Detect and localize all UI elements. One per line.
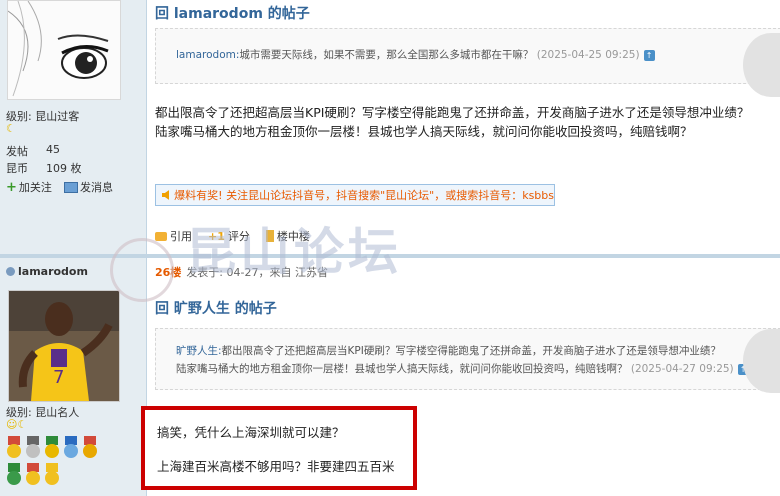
avatar[interactable]: [7, 0, 121, 100]
user-icon: [6, 267, 15, 276]
quote-text: 都出限高令了还把超高层当KPI硬刷？写字楼空得能跑鬼了还拼命盖，开发商脑子进水了…: [221, 345, 721, 357]
floor-number[interactable]: 26楼: [155, 264, 181, 280]
medal-icon: [6, 463, 22, 487]
username-text: lamarodom: [18, 265, 88, 278]
rate-icon: +1: [208, 229, 225, 243]
message-icon: [64, 181, 78, 193]
user-rank: 级别: 昆山过客: [6, 110, 80, 123]
quote-text: 城市需要天际线，如果不需要，那么全国那么多城市都在干嘛？: [239, 49, 534, 61]
quote-author[interactable]: 旷野人生:: [176, 345, 222, 357]
stat-coins-label: 昆币: [6, 162, 28, 175]
quote-block-2: 旷野人生:都出限高令了还把超高层当KPI硬刷？写字楼空得能跑鬼了还拼命盖，开发商…: [155, 328, 780, 393]
reply-title[interactable]: 回 lamarodom 的帖子: [155, 3, 310, 23]
quote-text: 陆家嘴马桶大的地方租金顶你一层楼！县城也学人搞天际线，就问问你能收回投资吗，纯赔…: [176, 363, 628, 375]
jump-to-post-icon[interactable]: ↑: [643, 49, 655, 61]
avatar-2[interactable]: 7: [8, 290, 120, 402]
stat-posts-value: 45: [46, 143, 60, 156]
quote-mark-icon: [743, 33, 780, 97]
quote-mark-icon: [743, 329, 780, 393]
quote-button[interactable]: 引用: [155, 228, 192, 244]
speaker-icon: [162, 190, 170, 200]
plus-icon: +: [6, 179, 17, 195]
promo-banner[interactable]: 爆料有奖! 关注昆山论坛抖音号，抖音搜索"昆山论坛"，或搜索抖音号：ksbbs: [155, 184, 555, 206]
medal-icon: [44, 436, 60, 460]
stat-coins-value: 109 枚: [46, 162, 82, 175]
floor-in-floor-button[interactable]: 楼中楼: [265, 228, 310, 244]
svg-text:7: 7: [53, 367, 64, 388]
quote-line: 陆家嘴马桶大的地方租金顶你一层楼！县城也学人搞天际线，就问问你能收回投资吗，纯赔…: [176, 361, 749, 378]
post-body-line: 上海建百米高楼不够用吗？非要建四五百米: [157, 459, 395, 474]
post-body-line: 陆家嘴马桶大的地方租金顶你一层楼！县城也学人搞天际线，就问问你能收回投资吗，纯赔…: [155, 124, 693, 139]
quote-author[interactable]: lamarodom:: [176, 49, 239, 61]
medal-icon: [44, 463, 60, 487]
medal-list: [6, 436, 116, 487]
medal-icon: [6, 436, 22, 460]
quote-icon: [155, 231, 167, 241]
medal-icon: [82, 436, 98, 460]
rate-button[interactable]: +1 评分: [208, 228, 250, 244]
follow-button[interactable]: + 加关注: [6, 179, 52, 195]
username[interactable]: lamarodom: [6, 265, 88, 278]
stat-posts-label: 发帖: [6, 145, 28, 158]
follow-label: 加关注: [18, 181, 52, 194]
quote-line: lamarodom:城市需要天际线，如果不需要，那么全国那么多城市都在干嘛？ (…: [176, 47, 655, 64]
reply-title-2[interactable]: 回 旷野人生 的帖子: [155, 298, 277, 318]
highlighted-reply: 搞笑，凭什么上海深圳就可以建？ 上海建百米高楼不够用吗？非要建四五百米: [141, 406, 417, 490]
message-label: 发消息: [80, 181, 113, 194]
quote-date: (2025-04-27 09:25): [630, 363, 734, 375]
promo-text: 爆料有奖! 关注昆山论坛抖音号，抖音搜索"昆山论坛"，或搜索抖音号：ksbbs: [174, 189, 554, 202]
quote-label: 引用: [170, 230, 192, 243]
rate-label: 评分: [227, 230, 250, 243]
quote-date: (2025-04-25 09:25): [536, 49, 640, 61]
floor-label: 楼中楼: [276, 230, 310, 243]
message-button[interactable]: 发消息: [64, 179, 113, 195]
moon-icon: ☾: [6, 122, 16, 135]
medal-icon: [25, 463, 41, 487]
quote-block: lamarodom:城市需要天际线，如果不需要，那么全国那么多城市都在干嘛？ (…: [155, 28, 780, 97]
post-meta-bar: 26楼 发表于: 04-27，来自 江苏省: [147, 262, 780, 282]
sun-moon-icon: ☺☾: [6, 418, 28, 431]
medal-icon: [25, 436, 41, 460]
post-actions: 引用 +1 评分 楼中楼: [155, 228, 310, 244]
post-body-line: 搞笑，凭什么上海深圳就可以建？: [157, 425, 345, 440]
quote-line: 旷野人生:都出限高令了还把超高层当KPI硬刷？写字楼空得能跑鬼了还拼命盖，开发商…: [176, 343, 721, 360]
floor-icon: [265, 230, 274, 242]
medal-icon: [63, 436, 79, 460]
post-meta: 发表于: 04-27，来自 江苏省: [186, 266, 328, 279]
